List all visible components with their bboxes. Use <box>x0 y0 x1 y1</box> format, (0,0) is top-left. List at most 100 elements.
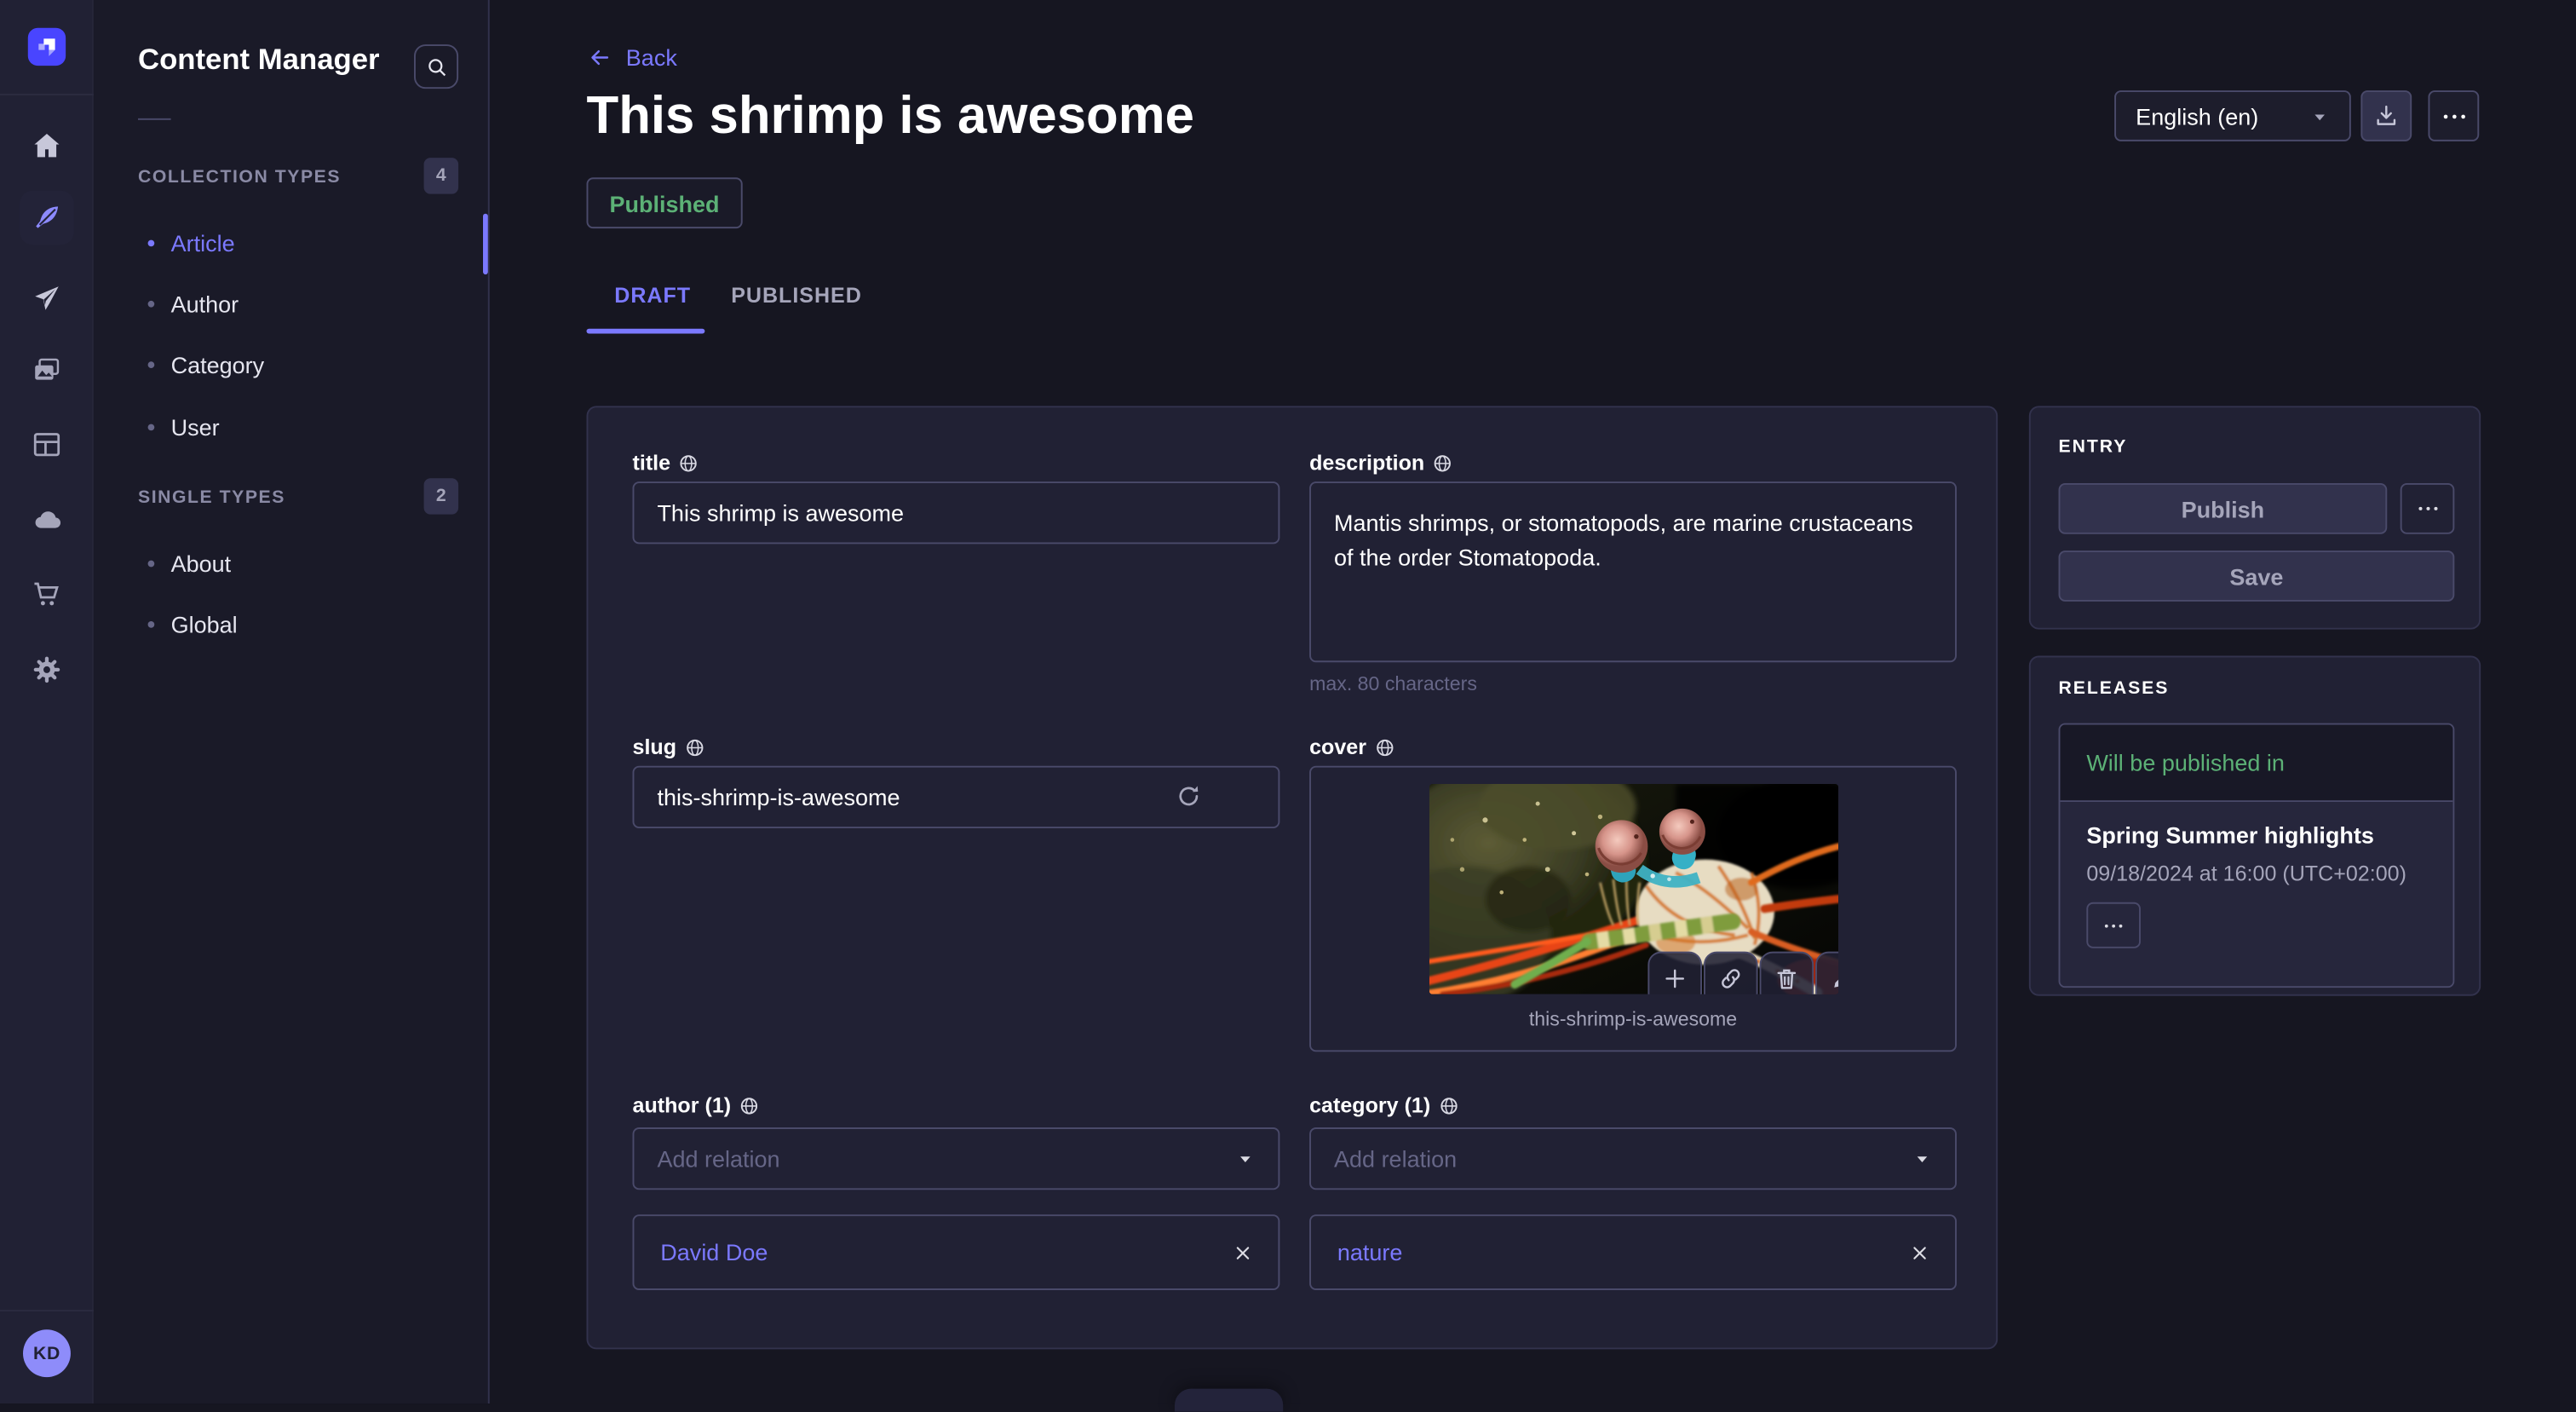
refresh-icon <box>1175 782 1203 810</box>
primary-navbar: KD <box>0 0 94 1403</box>
chevron-down-icon <box>1912 1149 1932 1168</box>
cover-field-label: cover <box>1309 735 1394 759</box>
field-label-text: category (1) <box>1309 1093 1430 1118</box>
description-field-label: description <box>1309 450 1452 475</box>
save-button[interactable]: Save <box>2059 550 2455 602</box>
entry-more-button[interactable] <box>2401 483 2455 534</box>
single-types-count: 2 <box>424 478 459 514</box>
bullet-icon <box>148 621 155 628</box>
plus-icon <box>1663 966 1688 991</box>
images-icon <box>32 355 63 387</box>
subnav-item-label: Category <box>171 352 265 378</box>
close-icon[interactable] <box>1233 1243 1251 1261</box>
globe-icon <box>1433 452 1452 472</box>
strapi-logo-icon <box>35 35 60 60</box>
copy-link-button[interactable] <box>1704 952 1758 994</box>
tab-published[interactable]: PUBLISHED <box>731 283 862 308</box>
field-label-text: description <box>1309 450 1424 475</box>
field-label-text: slug <box>633 735 677 759</box>
category-relation-combobox[interactable]: Add relation <box>1309 1127 1957 1190</box>
globe-icon <box>685 737 704 757</box>
strapi-logo[interactable] <box>28 28 66 66</box>
scroll-pill[interactable] <box>1175 1389 1283 1412</box>
feather-icon <box>32 202 63 233</box>
sidebar-item-deploy[interactable] <box>0 283 94 314</box>
field-label-text: title <box>633 450 671 475</box>
divider <box>0 94 94 95</box>
subnav-item-about[interactable]: About <box>148 550 232 577</box>
regenerate-slug-button[interactable] <box>1175 782 1203 810</box>
subnav-item-label: Article <box>171 230 235 256</box>
more-actions-button[interactable] <box>2428 90 2479 141</box>
chevron-down-icon <box>1235 1149 1255 1168</box>
trash-icon <box>1774 966 1799 991</box>
globe-icon <box>679 452 699 472</box>
title-input[interactable] <box>633 481 1280 544</box>
cover-actions-toolbar <box>1647 952 1838 994</box>
releases-heading: RELEASES <box>2059 679 2170 699</box>
subnav-title: Content Manager <box>138 43 380 78</box>
sidebar-item-cloud[interactable] <box>0 504 94 536</box>
cover-image <box>1429 784 1838 994</box>
author-field-label: author (1) <box>633 1093 759 1118</box>
export-button[interactable] <box>2360 90 2412 141</box>
cloud-icon <box>31 504 64 536</box>
subnav-item-label: User <box>171 414 220 441</box>
release-status: Will be published in <box>2060 725 2452 803</box>
combobox-placeholder: Add relation <box>1334 1145 1457 1172</box>
collection-types-count: 4 <box>424 158 459 193</box>
active-tab-indicator <box>587 329 705 334</box>
field-label-text: cover <box>1309 735 1366 759</box>
gear-icon <box>32 654 63 686</box>
cover-field: this-shrimp-is-awesome <box>1309 766 1957 1052</box>
pencil-icon <box>1830 966 1838 991</box>
sidebar-item-settings[interactable] <box>0 654 94 686</box>
sidebar-item-home[interactable] <box>0 130 94 161</box>
back-label: Back <box>626 44 677 71</box>
tab-draft[interactable]: DRAFT <box>614 283 691 308</box>
locale-select[interactable]: English (en) <box>2114 90 2351 141</box>
globe-icon <box>1439 1095 1458 1115</box>
layout-icon <box>32 429 63 460</box>
author-relation-item[interactable]: David Doe <box>633 1214 1280 1290</box>
globe-icon <box>1375 737 1394 757</box>
edit-form-card: title description Mantis shrimps, or sto… <box>587 406 1998 1349</box>
author-relation-combobox[interactable]: Add relation <box>633 1127 1280 1190</box>
link-icon <box>1718 966 1743 991</box>
subnav-item-article[interactable]: Article <box>148 230 235 256</box>
subnav-item-author[interactable]: Author <box>148 291 239 317</box>
bullet-icon <box>148 361 155 368</box>
ellipsis-icon <box>2441 111 2467 121</box>
delete-asset-button[interactable] <box>1760 952 1814 994</box>
release-name: Spring Summer highlights <box>2086 821 2426 848</box>
subnav-item-global[interactable]: Global <box>148 611 238 637</box>
edit-asset-button[interactable] <box>1815 952 1838 994</box>
sidebar-item-content-manager[interactable] <box>20 191 74 245</box>
release-date: 09/18/2024 at 16:00 (UTC+02:00) <box>2086 862 2426 886</box>
bullet-icon <box>148 561 155 568</box>
chevron-down-icon <box>2310 106 2330 125</box>
slug-field-label: slug <box>633 735 704 759</box>
combobox-placeholder: Add relation <box>657 1145 779 1172</box>
relation-name: David Doe <box>660 1239 768 1265</box>
search-button[interactable] <box>414 44 458 89</box>
subnav-item-user[interactable]: User <box>148 414 220 441</box>
search-icon <box>425 55 448 78</box>
sidebar-item-content-type-builder[interactable] <box>0 429 94 460</box>
divider <box>0 1310 94 1311</box>
back-link[interactable]: Back <box>587 44 677 71</box>
add-asset-button[interactable] <box>1647 952 1702 994</box>
category-relation-item[interactable]: nature <box>1309 1214 1957 1290</box>
subnav-item-category[interactable]: Category <box>148 352 265 378</box>
subnav-item-label: About <box>171 550 232 577</box>
cover-filename: this-shrimp-is-awesome <box>1311 1007 1955 1030</box>
sidebar-item-media-library[interactable] <box>0 355 94 387</box>
active-item-indicator <box>483 214 488 274</box>
release-more-button[interactable] <box>2086 902 2141 948</box>
close-icon[interactable] <box>1911 1243 1929 1261</box>
publish-button[interactable]: Publish <box>2059 483 2388 534</box>
release-card: Will be published in Spring Summer highl… <box>2059 723 2455 988</box>
user-avatar[interactable]: KD <box>23 1329 71 1377</box>
description-textarea[interactable]: Mantis shrimps, or stomatopods, are mari… <box>1309 481 1957 662</box>
sidebar-item-marketplace[interactable] <box>0 579 94 610</box>
